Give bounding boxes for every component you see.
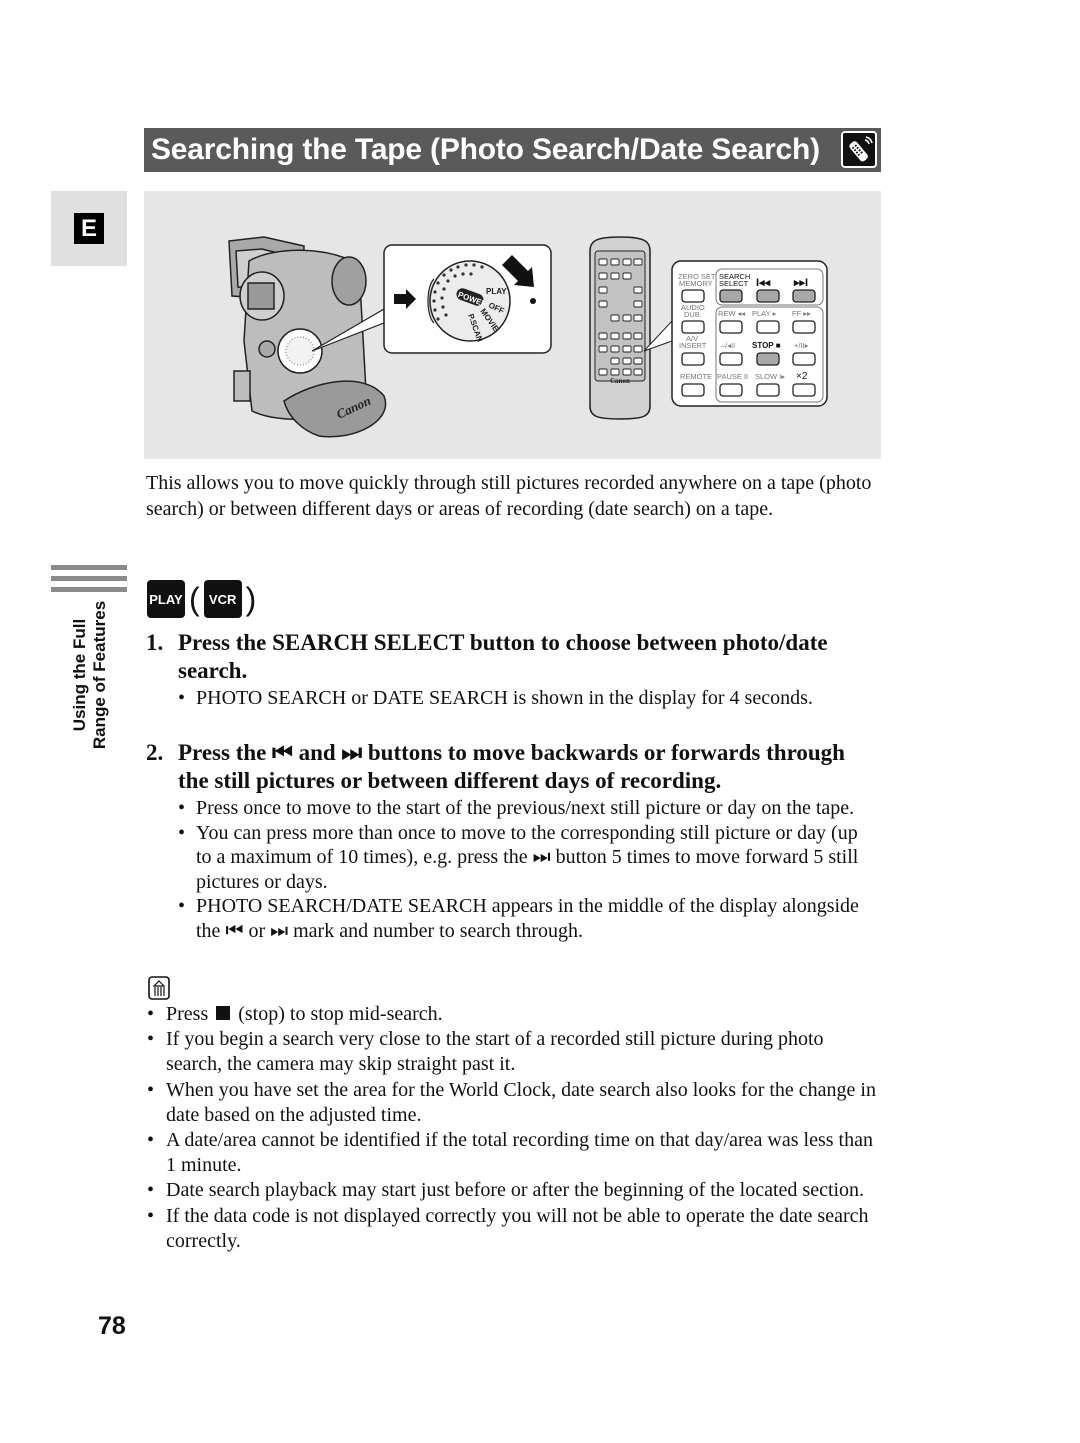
vcr-mode-badge: VCR [203, 580, 242, 618]
step-bullet: Press once to move to the start of the p… [146, 796, 876, 821]
open-paren: ( [189, 581, 200, 617]
svg-text:FF ▸▸: FF ▸▸ [792, 309, 811, 318]
svg-text:×2: ×2 [796, 371, 808, 382]
section-bar [51, 565, 127, 570]
step-bullet: PHOTO SEARCH/DATE SEARCH appears in the … [146, 894, 876, 943]
bullet-text: or [248, 919, 266, 942]
svg-text:SLOW I▸: SLOW I▸ [755, 372, 785, 381]
note-item: A date/area cannot be identified if the … [146, 1128, 876, 1178]
section-bar [51, 587, 127, 592]
step-heading: Press the ⏮ and ⏭ buttons to move backwa… [178, 739, 876, 795]
page-title-bar: Searching the Tape (Photo Search/Date Se… [144, 128, 881, 172]
illustration-panel: Canon POWER PLAY OFF MOVIE P.SCAN Canon … [144, 191, 881, 459]
dial-play-label: PLAY [486, 287, 507, 296]
notes-section: Press (stop) to stop mid-search. If you … [146, 1002, 876, 1254]
note-item: Date search playback may start just befo… [146, 1178, 876, 1203]
mode-indicator: PLAY ( VCR ) [147, 579, 256, 619]
heading-text: Press the [178, 740, 267, 765]
svg-text:INSERT: INSERT [679, 341, 707, 350]
power-dial-callout: POWER PLAY OFF MOVIE P.SCAN [383, 244, 552, 354]
language-letter: E [74, 213, 104, 244]
note-item: When you have set the area for the World… [146, 1078, 876, 1128]
step-number: 1. [146, 630, 164, 655]
play-mode-badge: PLAY [147, 580, 185, 618]
skip-back-icon: ⏮ [272, 740, 293, 765]
svg-text:PAUSE II: PAUSE II [717, 372, 748, 381]
bullet-text: mark and number to search through. [293, 919, 584, 942]
svg-text:▸▸I: ▸▸I [793, 277, 808, 289]
camcorder-illustration: Canon [228, 236, 387, 438]
note-text: (stop) to stop mid-search. [238, 1003, 443, 1025]
skip-forward-icon: ⏭ [270, 919, 289, 942]
section-label-line1: Using the Full [70, 618, 89, 732]
step-2: 2. Press the ⏮ and ⏭ buttons to move bac… [146, 739, 876, 943]
remote-control-icon [841, 131, 877, 168]
svg-text:REMOTE: REMOTE [680, 372, 712, 381]
note-item: Press (stop) to stop mid-search. [146, 1002, 876, 1027]
svg-text:–/◂II: –/◂II [721, 341, 735, 350]
intro-paragraph: This allows you to move quickly through … [146, 472, 872, 520]
section-label-line2: Range of Features [90, 600, 109, 750]
step-1: 1. Press the SEARCH SELECT button to cho… [146, 629, 876, 711]
step-number: 2. [146, 740, 164, 765]
section-marker-bars [51, 565, 127, 598]
camcorder-remote-illustration: Canon POWER PLAY OFF MOVIE P.SCAN Canon … [228, 236, 828, 438]
remote-control-illustration: Canon [589, 236, 651, 420]
skip-forward-icon: ⏭ [532, 846, 551, 868]
svg-text:I◂◂: I◂◂ [756, 277, 771, 289]
svg-text:DUB.: DUB. [684, 310, 702, 319]
note-item: If you begin a search very close to the … [146, 1027, 876, 1077]
skip-back-icon: ⏮ [225, 919, 244, 942]
note-icon [148, 976, 170, 1000]
step-bullet: PHOTO SEARCH or DATE SEARCH is shown in … [146, 686, 876, 711]
skip-forward-icon: ⏭ [341, 740, 363, 765]
note-item: If the data code is not displayed correc… [146, 1204, 876, 1254]
svg-text:REW ◂◂: REW ◂◂ [718, 309, 745, 318]
svg-text:+/II▸: +/II▸ [794, 341, 809, 350]
note-text: Press [166, 1003, 209, 1025]
page-title: Searching the Tape (Photo Search/Date Se… [151, 133, 820, 166]
svg-text:SELECT: SELECT [719, 279, 749, 288]
stop-icon [216, 1006, 231, 1020]
heading-text: and [298, 740, 336, 765]
close-paren: ) [245, 581, 257, 617]
svg-text:PLAY ▸: PLAY ▸ [752, 309, 777, 318]
section-label: Using the Full Range of Features [40, 600, 140, 750]
step-heading: Press the SEARCH SELECT button to choose… [178, 630, 828, 683]
remote-button-panel: ZERO SETMEMORY AUDIODUB. A/VINSERT REMOT… [671, 260, 828, 407]
language-tab: E [51, 191, 127, 266]
section-bar [51, 576, 127, 581]
remote-brand: Canon [610, 377, 630, 385]
step-bullet: You can press more than once to move to … [146, 821, 876, 895]
svg-text:STOP ■: STOP ■ [752, 341, 781, 350]
page-number: 78 [98, 1312, 126, 1340]
svg-text:MEMORY: MEMORY [679, 279, 713, 288]
